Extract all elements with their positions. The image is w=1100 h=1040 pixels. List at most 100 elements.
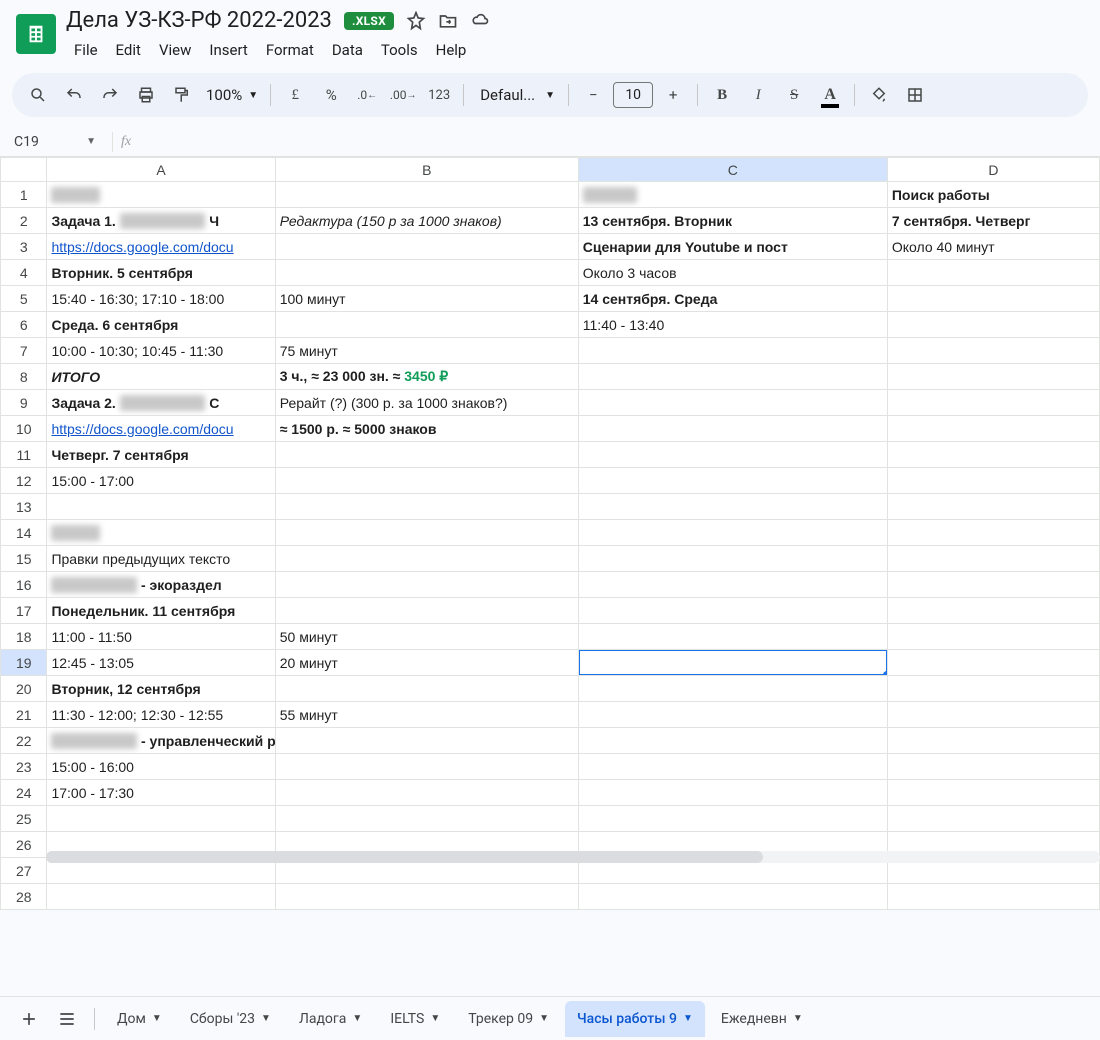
document-title[interactable]: Дела УЗ-КЗ-РФ 2022-2023 <box>66 8 332 33</box>
row-header[interactable]: 26 <box>1 832 47 858</box>
cell-B19[interactable]: 20 минут <box>275 650 578 676</box>
column-header-B[interactable]: B <box>275 158 578 182</box>
cell-D2[interactable]: 7 сентября. Четверг <box>887 208 1099 234</box>
cell-C22[interactable] <box>578 728 887 754</box>
cell-A19[interactable]: 12:45 - 13:05 <box>47 650 275 676</box>
cell-D9[interactable] <box>887 390 1099 416</box>
font-size-input[interactable]: 10 <box>613 82 653 108</box>
cell-A25[interactable] <box>47 806 275 832</box>
cell-D22[interactable] <box>887 728 1099 754</box>
row-header[interactable]: 23 <box>1 754 47 780</box>
row-header[interactable]: 18 <box>1 624 47 650</box>
sheets-logo[interactable] <box>16 14 56 54</box>
redo-icon[interactable] <box>94 79 126 111</box>
cell-A1[interactable]: xxxxxxx <box>47 182 275 208</box>
cell-A14[interactable]: xxxxxxx <box>47 520 275 546</box>
formula-input[interactable] <box>139 134 1100 150</box>
cell-B13[interactable] <box>275 494 578 520</box>
name-box[interactable]: C19▼ <box>6 134 104 150</box>
cell-B1[interactable] <box>275 182 578 208</box>
cell-C21[interactable] <box>578 702 887 728</box>
row-header[interactable]: 9 <box>1 390 47 416</box>
cell-A4[interactable]: Вторник. 5 сентября <box>47 260 275 286</box>
row-header[interactable]: 12 <box>1 468 47 494</box>
cell-C15[interactable] <box>578 546 887 572</box>
cell-D28[interactable] <box>887 884 1099 910</box>
cell-B22[interactable] <box>275 728 578 754</box>
cell-C10[interactable] <box>578 416 887 442</box>
cell-A18[interactable]: 11:00 - 11:50 <box>47 624 275 650</box>
cell-C24[interactable] <box>578 780 887 806</box>
add-sheet-icon[interactable] <box>12 1002 46 1036</box>
strikethrough-icon[interactable]: S <box>778 79 810 111</box>
cell-A28[interactable] <box>47 884 275 910</box>
cell-A3[interactable]: https://docs.google.com/docu <box>47 234 275 260</box>
cell-A6[interactable]: Среда. 6 сентября <box>47 312 275 338</box>
row-header[interactable]: 10 <box>1 416 47 442</box>
row-header[interactable]: 15 <box>1 546 47 572</box>
sheet-tab[interactable]: Часы работы 9▼ <box>565 1001 705 1037</box>
column-header-C[interactable]: C <box>578 158 887 182</box>
row-header[interactable]: 20 <box>1 676 47 702</box>
cell-A23[interactable]: 15:00 - 16:00 <box>47 754 275 780</box>
cloud-status-icon[interactable] <box>470 11 490 31</box>
star-icon[interactable] <box>406 11 426 31</box>
cell-D5[interactable] <box>887 286 1099 312</box>
cell-A10[interactable]: https://docs.google.com/docu <box>47 416 275 442</box>
cell-D12[interactable] <box>887 468 1099 494</box>
cell-C12[interactable] <box>578 468 887 494</box>
more-formats-icon[interactable]: 123 <box>423 79 455 111</box>
cell-C1[interactable]: xxxxxxx <box>578 182 887 208</box>
cell-B12[interactable] <box>275 468 578 494</box>
cell-D3[interactable]: Около 40 минут <box>887 234 1099 260</box>
cell-A7[interactable]: 10:00 - 10:30; 10:45 - 11:30 <box>47 338 275 364</box>
row-header[interactable]: 24 <box>1 780 47 806</box>
cell-C20[interactable] <box>578 676 887 702</box>
italic-icon[interactable]: I <box>742 79 774 111</box>
cell-C4[interactable]: Около 3 часов <box>578 260 887 286</box>
row-header[interactable]: 13 <box>1 494 47 520</box>
cell-B18[interactable]: 50 минут <box>275 624 578 650</box>
spreadsheet-grid[interactable]: ABCD 1xxxxxxxxxxxxxxПоиск работы2Задача … <box>0 157 1100 910</box>
cell-C25[interactable] <box>578 806 887 832</box>
menu-tools[interactable]: Tools <box>373 37 426 63</box>
menu-help[interactable]: Help <box>428 37 475 63</box>
row-header[interactable]: 22 <box>1 728 47 754</box>
cell-B5[interactable]: 100 минут <box>275 286 578 312</box>
row-header[interactable]: 6 <box>1 312 47 338</box>
sheet-tab[interactable]: Трекер 09▼ <box>456 1001 561 1037</box>
cell-B9[interactable]: Рерайт (?) (300 р. за 1000 знаков?) <box>275 390 578 416</box>
cell-A16[interactable]: xxxxxxxxxxx - экораздел <box>47 572 275 598</box>
sheet-tab[interactable]: Ежедневн▼ <box>709 1001 815 1037</box>
search-icon[interactable] <box>22 79 54 111</box>
cell-C8[interactable] <box>578 364 887 390</box>
decrease-font-icon[interactable]: − <box>577 79 609 111</box>
cell-B17[interactable] <box>275 598 578 624</box>
sheet-tab[interactable]: Сборы '23▼ <box>178 1001 283 1037</box>
row-header[interactable]: 11 <box>1 442 47 468</box>
all-sheets-icon[interactable] <box>50 1002 84 1036</box>
decrease-decimal-icon[interactable]: .0← <box>351 79 383 111</box>
row-header[interactable]: 4 <box>1 260 47 286</box>
font-select[interactable]: Defaul...▼ <box>472 86 560 104</box>
cell-A8[interactable]: ИТОГО <box>47 364 275 390</box>
cell-C28[interactable] <box>578 884 887 910</box>
cell-A5[interactable]: 15:40 - 16:30; 17:10 - 18:00 <box>47 286 275 312</box>
cell-D23[interactable] <box>887 754 1099 780</box>
row-header[interactable]: 28 <box>1 884 47 910</box>
text-color-icon[interactable]: A <box>814 79 846 111</box>
cell-B8[interactable]: 3 ч., ≈ 23 000 зн. ≈ 3450 ₽ <box>275 364 578 390</box>
cell-B7[interactable]: 75 минут <box>275 338 578 364</box>
cell-B16[interactable] <box>275 572 578 598</box>
row-header[interactable]: 16 <box>1 572 47 598</box>
sheet-tab[interactable]: Ладога▼ <box>287 1001 374 1037</box>
cell-C23[interactable] <box>578 754 887 780</box>
cell-D16[interactable] <box>887 572 1099 598</box>
cell-C3[interactable]: Сценарии для Youtube и пост <box>578 234 887 260</box>
row-header[interactable]: 27 <box>1 858 47 884</box>
cell-B25[interactable] <box>275 806 578 832</box>
increase-font-icon[interactable]: + <box>657 79 689 111</box>
sheet-tab[interactable]: Дом▼ <box>105 1001 174 1037</box>
cell-C11[interactable] <box>578 442 887 468</box>
row-header[interactable]: 5 <box>1 286 47 312</box>
